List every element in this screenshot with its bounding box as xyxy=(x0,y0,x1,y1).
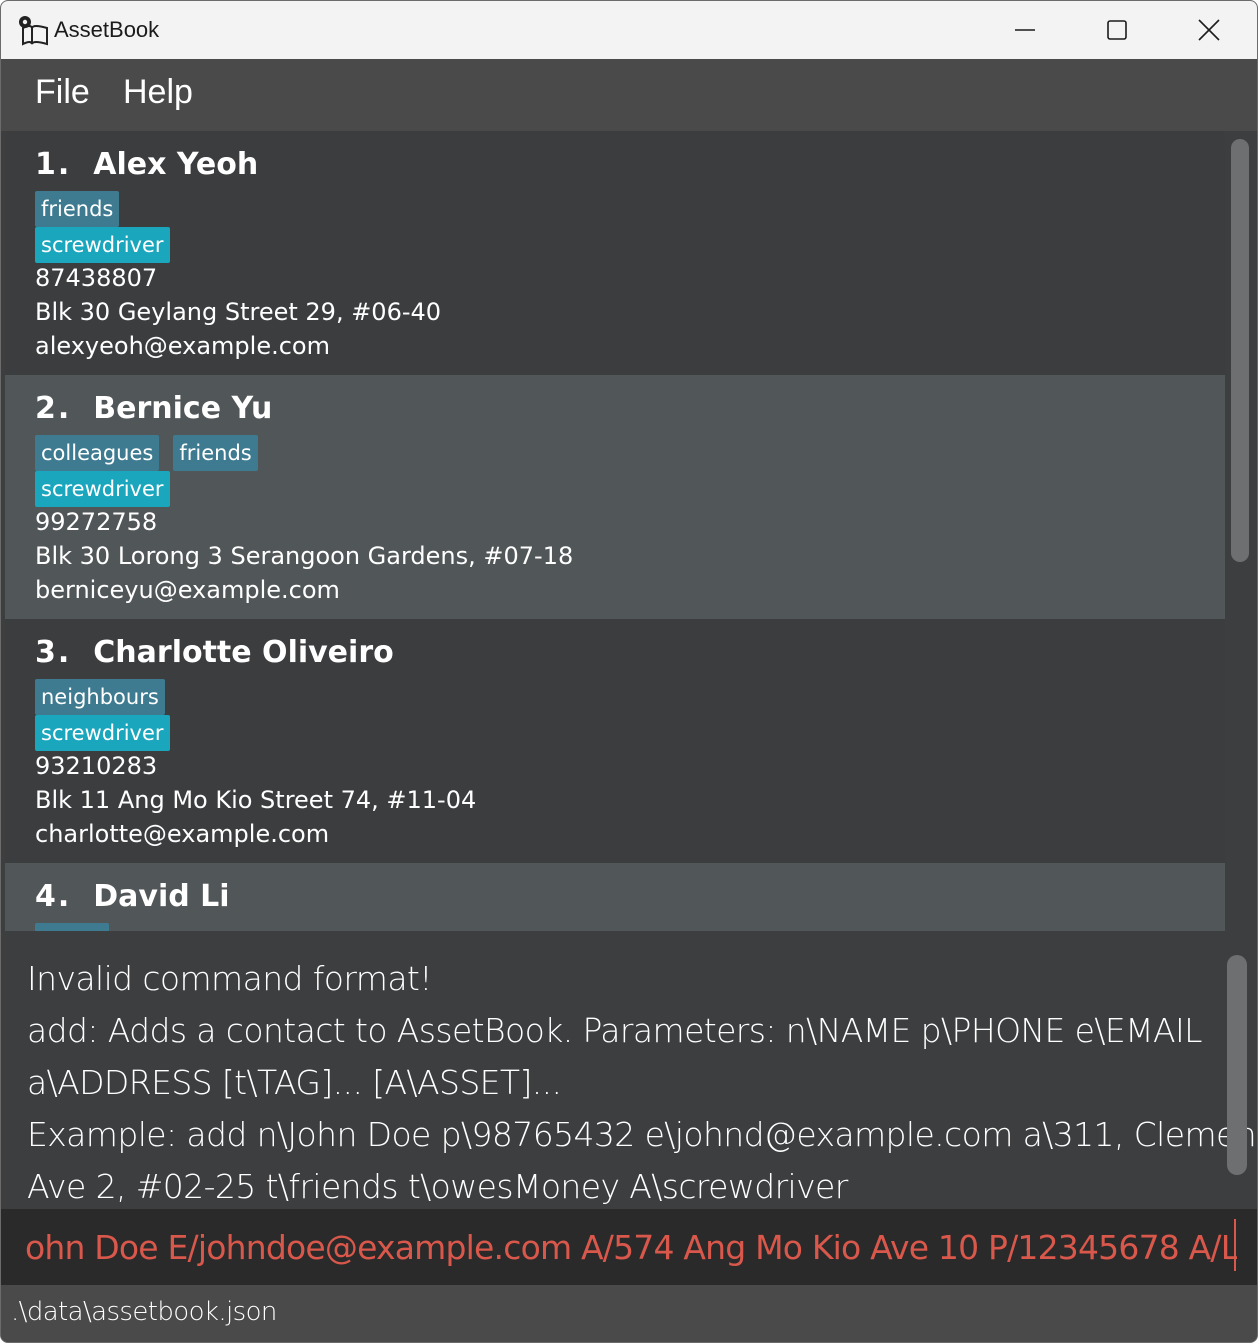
minimize-button[interactable] xyxy=(979,1,1071,59)
status-bar: .\data\assetbook.json xyxy=(1,1285,1257,1342)
person-title: 3. Charlotte Oliveiro xyxy=(35,635,394,670)
menu-bar: File Help xyxy=(1,59,1257,131)
result-line: Invalid command format! xyxy=(27,959,433,998)
person-title: 1. Alex Yeoh xyxy=(35,147,258,182)
tag-badge: colleagues xyxy=(35,435,160,471)
asset-row: screwdriver xyxy=(35,227,170,263)
person-index: 1. xyxy=(35,147,72,182)
person-name: Alex Yeoh xyxy=(93,147,259,182)
person-index: 2. xyxy=(35,391,72,426)
person-phone: 99272758 xyxy=(35,508,158,536)
maximize-button[interactable] xyxy=(1071,1,1163,59)
person-address: Blk 11 Ang Mo Kio Street 74, #11-04 xyxy=(35,786,477,814)
tag-row: colleagues friends xyxy=(35,435,258,471)
person-address: Blk 30 Lorong 3 Serangoon Gardens, #07-1… xyxy=(35,542,574,570)
person-name: Charlotte Oliveiro xyxy=(93,635,394,670)
result-display: Invalid command format! add: Adds a cont… xyxy=(1,931,1257,1209)
result-line: a\ADDRESS [t\TAG]... [A\ASSET]... xyxy=(27,1063,562,1102)
asset-row: screwdriver xyxy=(35,715,170,751)
result-line: Ave 2, #02-25 t\friends t\owesMoney A\sc… xyxy=(27,1167,848,1206)
tag-badge: friends xyxy=(173,435,258,471)
person-phone: 87438807 xyxy=(35,264,158,292)
menu-help[interactable]: Help xyxy=(123,73,193,112)
result-line: Example: add n\John Doe p\98765432 e\joh… xyxy=(27,1115,1257,1154)
maximize-icon xyxy=(1107,20,1127,40)
tag-row: friends xyxy=(35,191,120,227)
person-address: Blk 30 Geylang Street 29, #06-40 xyxy=(35,298,442,326)
asset-badge: screwdriver xyxy=(35,471,170,507)
person-card[interactable]: 1. Alex Yeoh friends screwdriver 87438807… xyxy=(5,131,1225,375)
person-phone: 93210283 xyxy=(35,752,158,780)
close-button[interactable] xyxy=(1163,1,1255,59)
list-scrollbar-thumb[interactable] xyxy=(1231,139,1249,562)
asset-badge: screwdriver xyxy=(35,715,170,751)
tag-badge: friends xyxy=(35,191,120,227)
tag-badge: neighbours xyxy=(35,679,165,715)
app-logo-icon xyxy=(15,13,49,47)
person-list[interactable]: 1. Alex Yeoh friends screwdriver 87438807… xyxy=(5,131,1225,931)
asset-row: screwdriver xyxy=(35,471,170,507)
app-window: AssetBook File Help 1. Alex Yeoh friends … xyxy=(0,0,1258,1343)
close-icon xyxy=(1198,19,1220,41)
person-email: berniceyu@example.com xyxy=(35,576,340,604)
result-line: add: Adds a contact to AssetBook. Parame… xyxy=(27,1011,1203,1050)
command-box xyxy=(1,1209,1257,1285)
menu-file[interactable]: File xyxy=(35,73,90,112)
person-name: David Li xyxy=(93,879,230,914)
person-title: 2. Bernice Yu xyxy=(35,391,272,426)
person-card[interactable]: 3. Charlotte Oliveiro neighbours screwdri… xyxy=(5,619,1225,863)
person-card[interactable]: 2. Bernice Yu colleagues friends screwdri… xyxy=(5,375,1225,619)
person-card[interactable]: 4. David Li xyxy=(5,863,1225,931)
title-bar[interactable]: AssetBook xyxy=(1,1,1257,59)
tag-row xyxy=(35,923,109,931)
person-email: alexyeoh@example.com xyxy=(35,332,330,360)
tag-badge xyxy=(35,923,109,931)
window-title: AssetBook xyxy=(54,17,160,42)
command-input[interactable] xyxy=(25,1225,1237,1269)
minimize-icon xyxy=(1015,29,1035,31)
text-caret xyxy=(1234,1219,1236,1271)
person-index: 3. xyxy=(35,635,72,670)
person-title: 4. David Li xyxy=(35,879,230,914)
asset-badge: screwdriver xyxy=(35,227,170,263)
result-scrollbar-thumb[interactable] xyxy=(1227,955,1247,1175)
tag-row: neighbours xyxy=(35,679,165,715)
person-index: 4. xyxy=(35,879,72,914)
person-email: charlotte@example.com xyxy=(35,820,330,848)
person-name: Bernice Yu xyxy=(93,391,273,426)
save-file-path: .\data\assetbook.json xyxy=(11,1297,277,1327)
